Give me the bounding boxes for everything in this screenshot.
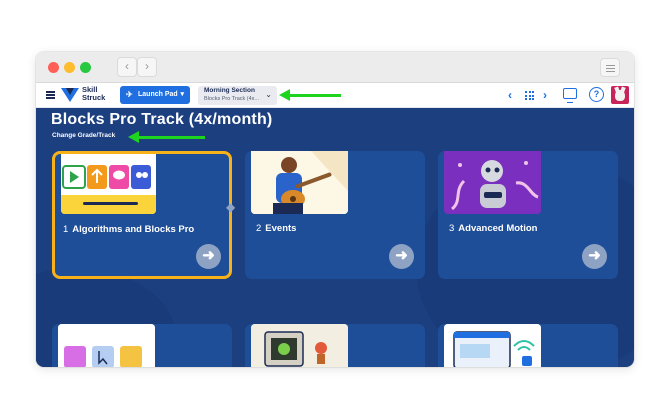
lesson-card-advanced-motion[interactable]: 3 Advanced Motion ➜ [438, 151, 618, 279]
lesson-thumbnail [58, 324, 155, 367]
blocks-illustration [61, 154, 156, 214]
lesson-name: Algorithms and Blocks Pro [72, 224, 195, 235]
chevron-right-icon: › [145, 59, 149, 73]
page-title: Blocks Pro Track (4x/month) [51, 111, 273, 128]
lesson-thumbnail [61, 154, 156, 214]
open-lesson-button[interactable]: ➜ [196, 244, 221, 269]
browser-forward-button[interactable]: › [137, 57, 157, 77]
lesson-name: Events [265, 223, 297, 234]
annotation-arrow [279, 89, 341, 101]
browser-window: ‹ › Skill Struck ✈ Launch Pad ▾ Morning … [36, 52, 634, 367]
lesson-thumbnail [251, 324, 348, 367]
window-titlebar: ‹ › [36, 52, 634, 83]
grid-icon[interactable] [525, 91, 534, 100]
avatar[interactable] [611, 86, 629, 104]
lesson-card-events[interactable]: 2 Events ➜ [245, 151, 425, 279]
art-tools-illustration [58, 324, 155, 367]
maximize-window-button[interactable] [80, 62, 91, 73]
sparkle-icon: ◆ [226, 200, 236, 214]
minimize-window-button[interactable] [64, 62, 75, 73]
arrow-right-icon: ➜ [588, 247, 601, 264]
lesson-thumbnail [444, 324, 541, 367]
arrow-right-icon: ➜ [202, 247, 215, 264]
skillstruck-logo [61, 88, 79, 102]
window-menu-button[interactable] [600, 58, 620, 77]
launch-pad-button[interactable]: ✈ Launch Pad ▾ [120, 86, 190, 104]
browser-back-button[interactable]: ‹ [117, 57, 137, 77]
lesson-name: Advanced Motion [458, 223, 538, 234]
question-icon[interactable]: ? [589, 87, 604, 102]
lesson-number: 2 [256, 223, 262, 234]
track-page: Blocks Pro Track (4x/month) Change Grade… [36, 108, 634, 367]
chevron-down-icon: ▾ [180, 91, 184, 98]
chevron-left-icon: ‹ [125, 59, 129, 73]
rocket-icon: ✈ [126, 90, 133, 99]
change-grade-track-link[interactable]: Change Grade/Track [52, 132, 115, 139]
lesson-number: 3 [449, 223, 455, 234]
lesson-card-5[interactable] [245, 324, 425, 367]
chevron-down-icon: ⌄ [265, 90, 272, 99]
hamburger-icon[interactable] [46, 91, 55, 99]
close-window-button[interactable] [48, 62, 59, 73]
lesson-title: 1 Algorithms and Blocks Pro [63, 224, 213, 236]
annotation-arrow [128, 131, 205, 143]
launch-pad-label: Launch Pad [138, 91, 178, 98]
logo-text: Skill Struck [82, 85, 106, 102]
next-button[interactable]: › [543, 88, 547, 102]
previous-button[interactable]: ‹ [508, 88, 512, 102]
open-lesson-button[interactable]: ➜ [582, 244, 607, 269]
lesson-card-6[interactable] [438, 324, 618, 367]
presentation-icon[interactable] [563, 88, 577, 103]
cat-avatar-icon [615, 90, 625, 101]
computer-illustration [251, 324, 348, 367]
section-selector[interactable]: Morning Section Blocks Pro Track (4x... … [198, 86, 277, 105]
arrow-right-icon: ➜ [395, 247, 408, 264]
lesson-card-4[interactable] [52, 324, 232, 367]
lesson-card-algorithms[interactable]: 1 Algorithms and Blocks Pro ➜ [52, 151, 232, 279]
lesson-number: 1 [63, 224, 69, 235]
robot-illustration [444, 151, 541, 214]
lesson-thumbnail [444, 151, 541, 214]
lesson-title: 3 Advanced Motion [449, 223, 599, 235]
browser-wifi-illustration [444, 324, 541, 367]
guitar-player-illustration [251, 151, 348, 214]
open-lesson-button[interactable]: ➜ [389, 244, 414, 269]
lesson-title: 2 Events [256, 223, 406, 235]
lesson-thumbnail [251, 151, 348, 214]
